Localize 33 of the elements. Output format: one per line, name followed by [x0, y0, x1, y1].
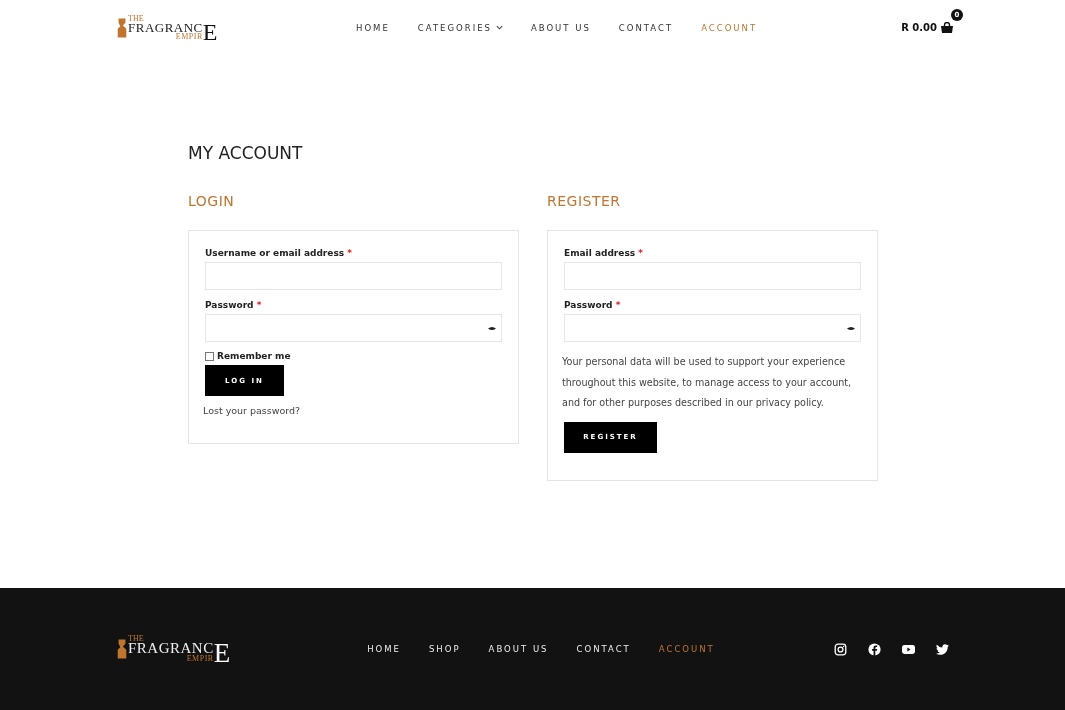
checkbox-label[interactable]: Remember me [217, 351, 291, 361]
footer-link[interactable]: HOME [367, 644, 401, 654]
nav-link[interactable]: HOME [356, 22, 390, 33]
facebook-icon[interactable] [868, 642, 881, 656]
password-field[interactable] [564, 314, 861, 342]
section-heading: REGISTER [547, 193, 622, 209]
nav-link[interactable]: ABOUT US [530, 22, 591, 33]
input-field[interactable] [564, 262, 861, 290]
nav-link[interactable]: CATEGORIES [417, 22, 503, 33]
field-label: Email address * [564, 248, 644, 258]
footer-link[interactable]: ACCOUNT [658, 644, 715, 654]
youtube-icon[interactable] [902, 642, 915, 656]
twitter-bird-icon[interactable] [936, 642, 949, 656]
nav-link[interactable]: CONTACT [618, 22, 674, 33]
shopping-bag-icon[interactable] [941, 22, 953, 33]
field-label: Password * [564, 300, 622, 310]
input-field[interactable] [205, 262, 502, 290]
privacy-text: Your personal data will be used to support your experience throughout this website, to manage access to your account, and for other purposes described in our privacy policy. [562, 355, 853, 410]
field-label: Password * [205, 300, 263, 310]
password-field[interactable] [205, 314, 502, 342]
footer-link[interactable]: SHOP [428, 644, 461, 654]
eye-icon[interactable] [488, 326, 496, 331]
page-title: MY ACCOUNT [188, 143, 304, 163]
section-heading: LOGIN [188, 193, 236, 209]
footer-link[interactable]: CONTACT [576, 644, 631, 654]
eye-icon[interactable] [847, 326, 855, 331]
checkbox[interactable] [205, 351, 214, 361]
nav-link[interactable]: ACCOUNT [701, 22, 758, 33]
field-label: Username or email address * [205, 248, 353, 258]
cart-total[interactable]: R 0.00 [901, 22, 937, 33]
lost-password-link[interactable]: Lost your password? [203, 405, 502, 416]
footer-link[interactable]: ABOUT US [488, 644, 549, 654]
instagram-icon[interactable] [834, 642, 847, 656]
